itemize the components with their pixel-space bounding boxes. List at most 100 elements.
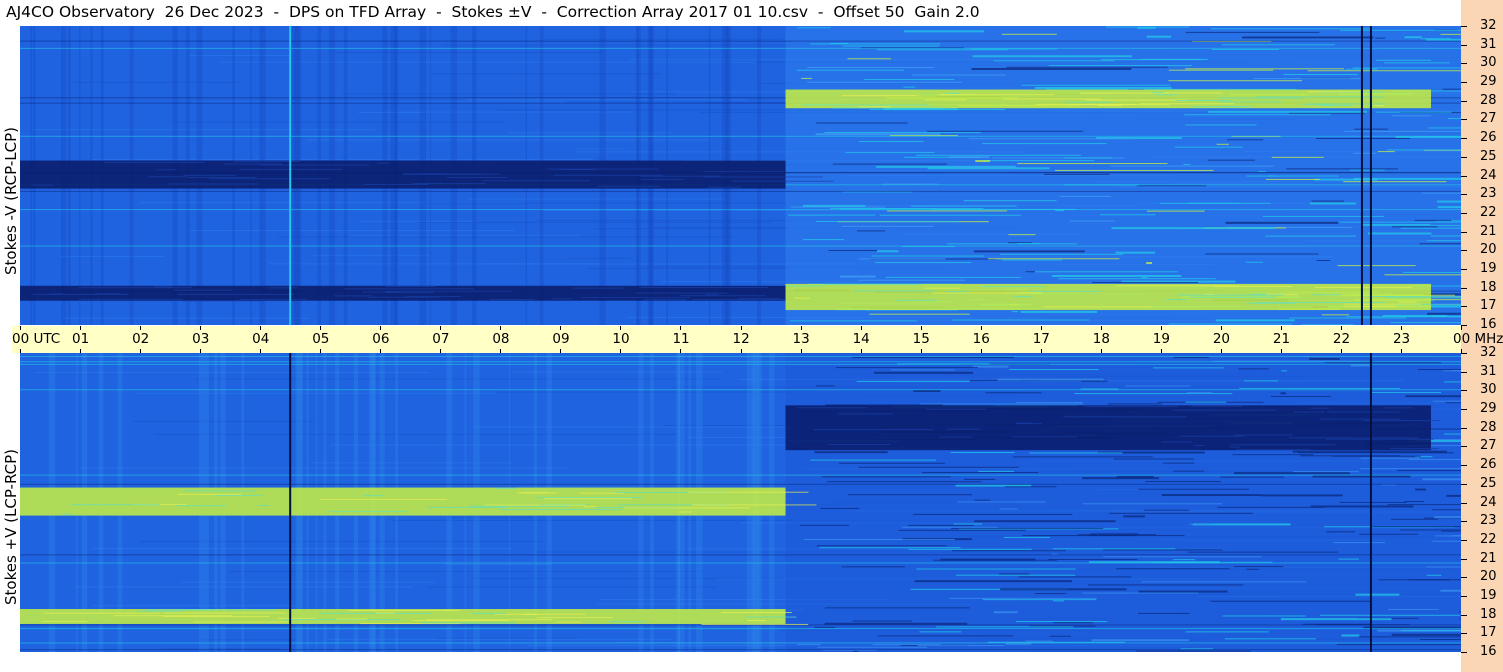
band-texture [1385, 297, 1461, 299]
texture-speckle [1392, 226, 1438, 228]
texture-speckle [957, 501, 1046, 503]
texture-speckle [1092, 282, 1199, 284]
band-texture [828, 443, 891, 445]
freq-tick-label: 29 [1480, 74, 1497, 90]
freq-tick-mark [1461, 465, 1467, 467]
band-texture [333, 295, 374, 297]
band-texture [1309, 103, 1386, 105]
texture-speckle [1283, 73, 1358, 75]
band-texture [412, 620, 510, 622]
band-texture [1310, 407, 1330, 409]
texture-speckle [1185, 124, 1257, 126]
band-texture [639, 287, 769, 289]
time-tick-mark [980, 326, 982, 330]
texture-line [189, 54, 291, 56]
texture-speckle [1123, 515, 1146, 518]
texture-speckle [1215, 319, 1295, 322]
texture-line [467, 99, 747, 101]
texture-speckle [1242, 36, 1374, 39]
freq-tick-label: 30 [1480, 382, 1497, 398]
freq-tick-mark [1461, 446, 1467, 448]
band-texture [1002, 98, 1101, 100]
texture-speckle [810, 459, 936, 461]
texture-speckle [1081, 477, 1160, 480]
texture-speckle [1384, 274, 1461, 276]
band-texture [1343, 303, 1422, 305]
texture-speckle [1253, 78, 1362, 80]
band-texture [609, 621, 647, 623]
texture-speckle [1301, 324, 1354, 325]
time-tick-label: 12 [732, 331, 750, 347]
texture-speckle [1324, 362, 1442, 364]
texture-speckle [1428, 127, 1461, 129]
texture-speckle [852, 620, 912, 622]
band-texture [104, 161, 205, 163]
texture-speckle [985, 392, 1042, 394]
band-texture [344, 288, 475, 290]
band-texture [731, 180, 834, 182]
texture-line [30, 129, 375, 131]
texture-speckle [1265, 235, 1357, 237]
band-texture [94, 293, 120, 295]
time-tick-mark [560, 326, 562, 330]
texture-speckle [1153, 367, 1225, 369]
texture-speckle [1012, 456, 1153, 458]
texture-speckle [1205, 253, 1319, 255]
time-tick-mark [320, 349, 322, 353]
freq-tick-mark [1461, 577, 1467, 579]
band-texture [1191, 405, 1243, 407]
band-texture [320, 498, 447, 500]
texture-hline [20, 474, 1461, 476]
texture-speckle [912, 513, 1073, 515]
time-tick-label: 02 [132, 331, 150, 347]
freq-tick-mark [1461, 427, 1467, 429]
texture-speckle [1135, 650, 1251, 652]
texture-speckle [816, 385, 835, 387]
texture-speckle [916, 568, 1076, 570]
texture-speckle [1043, 173, 1110, 175]
band-texture [78, 287, 193, 289]
band-texture [209, 178, 330, 180]
time-tick-mark [80, 326, 82, 330]
texture-line [426, 586, 718, 588]
texture-speckle [1293, 471, 1359, 473]
band-texture [1390, 448, 1439, 450]
time-tick-label: 16 [972, 331, 990, 347]
band-texture [1231, 444, 1336, 446]
texture-speckle [1427, 312, 1461, 315]
freq-tick-mark [1461, 250, 1467, 252]
band-texture [187, 176, 256, 178]
texture-line [90, 158, 594, 160]
texture-speckle [1185, 401, 1227, 403]
band-texture [1218, 101, 1282, 103]
freq-tick-label: 27 [1480, 438, 1497, 454]
vertical-line [1369, 26, 1372, 325]
band-texture [377, 162, 390, 164]
texture-speckle [1415, 488, 1427, 491]
band-texture [1307, 91, 1360, 93]
texture-speckle [1432, 509, 1461, 511]
band-texture [924, 287, 961, 289]
freq-tick-label: 22 [1480, 531, 1497, 547]
freq-tick-mark [1461, 614, 1467, 616]
texture-speckle [953, 167, 1019, 169]
spectrogram-bottom-canvas [20, 353, 1461, 652]
freq-tick-mark [1461, 212, 1467, 214]
texture-speckle [1400, 630, 1461, 632]
texture-hline [20, 47, 1461, 49]
band-texture [841, 95, 918, 97]
texture-speckle [817, 646, 928, 648]
time-tick-mark [620, 349, 622, 353]
time-tick-label: 09 [552, 331, 570, 347]
texture-speckle [835, 367, 978, 369]
texture-speckle [1408, 458, 1461, 460]
band-texture [635, 292, 729, 294]
texture-speckle [1286, 168, 1398, 170]
texture-speckle [824, 131, 981, 133]
band-texture [1373, 105, 1385, 107]
texture-speckle [1375, 37, 1386, 39]
texture-speckle [917, 645, 1005, 647]
texture-hline [20, 389, 1461, 391]
freq-tick-label: 17 [1480, 625, 1497, 641]
texture-speckle [1246, 175, 1339, 177]
